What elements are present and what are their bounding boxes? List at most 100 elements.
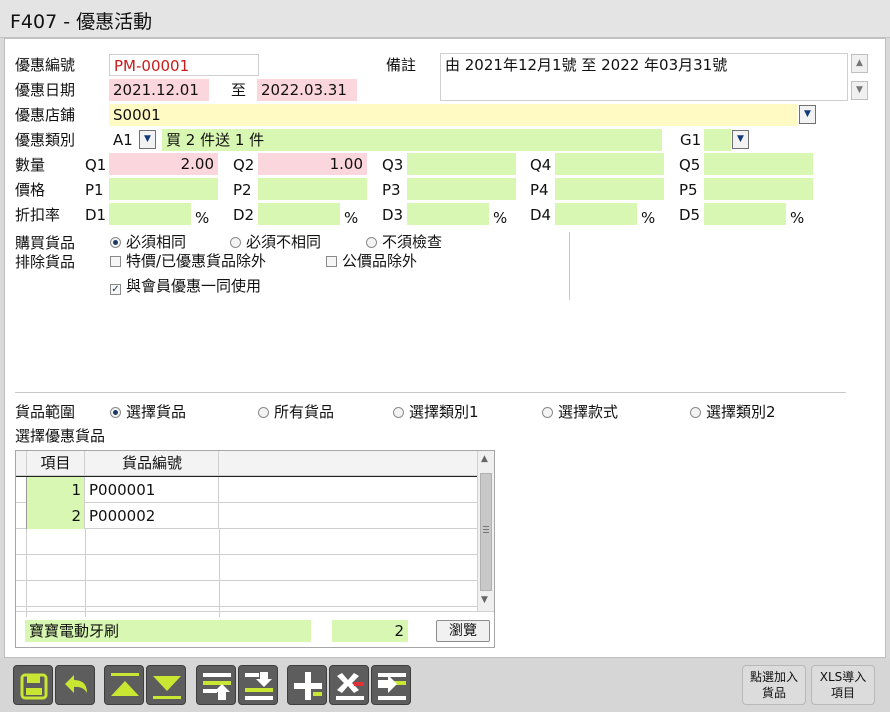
buy-opt-not-same[interactable]: 必須不相同 <box>230 232 321 252</box>
radio-icon[interactable] <box>542 407 553 418</box>
insert-row-below-button[interactable] <box>238 665 278 705</box>
p2-field[interactable] <box>258 178 367 200</box>
radio-icon[interactable] <box>690 407 701 418</box>
p1-field[interactable] <box>109 178 218 200</box>
range-opt-all-goods[interactable]: 所有貨品 <box>258 402 334 422</box>
scroll-up-arrow-icon[interactable]: ▲ <box>481 454 488 464</box>
d1-label: D1 <box>85 206 107 224</box>
radio-icon[interactable] <box>230 237 241 248</box>
move-last-button[interactable] <box>146 665 186 705</box>
d2-field[interactable] <box>258 203 340 225</box>
d1-field[interactable] <box>109 203 191 225</box>
cell-item[interactable] <box>27 581 86 607</box>
insert-arrow-icon <box>378 673 406 700</box>
cell-code[interactable]: P000001 <box>86 477 219 503</box>
p4-field[interactable] <box>555 178 664 200</box>
insert-row-above-button[interactable] <box>196 665 236 705</box>
d3-field[interactable] <box>407 203 489 225</box>
table-row[interactable]: 2 P000002 <box>16 503 477 529</box>
checkbox-icon[interactable] <box>326 256 337 267</box>
cell-code[interactable] <box>86 529 220 555</box>
cell-item[interactable]: 2 <box>27 503 85 529</box>
add-row-button[interactable] <box>287 665 327 705</box>
q5-field[interactable] <box>704 153 813 175</box>
store-field[interactable]: S0001 <box>109 104 797 126</box>
cell-item[interactable] <box>27 555 86 581</box>
cell-item[interactable] <box>27 529 86 555</box>
checkbox-icon[interactable] <box>110 256 121 267</box>
delete-row-icon <box>336 673 364 700</box>
row-selector-header <box>16 451 27 475</box>
range-opt-select-goods[interactable]: 選擇貨品 <box>110 402 186 422</box>
scroll-down-arrow-icon[interactable]: ▼ <box>481 595 488 605</box>
xls-import-label-line1: XLS導入 <box>819 670 867 684</box>
q2-field[interactable]: 1.00 <box>258 153 367 175</box>
exclude-public-price-checkbox[interactable]: 公價品除外 <box>326 251 417 271</box>
range-opt-style[interactable]: 選擇款式 <box>542 402 618 422</box>
insert-row-up-icon <box>203 673 231 700</box>
cell-item[interactable]: 1 <box>27 477 85 503</box>
table-row-empty[interactable] <box>16 581 477 607</box>
select-add-goods-label-line1: 點選加入 <box>749 670 798 684</box>
col-header-code[interactable]: 貨品編號 <box>86 451 219 475</box>
exclude-special-checkbox[interactable]: 特價/已優惠貨品除外 <box>110 251 266 271</box>
d1-percent: % <box>195 209 210 227</box>
xls-import-button[interactable]: XLS導入 項目 <box>811 665 875 705</box>
d3-label: D3 <box>382 206 404 224</box>
q3-field[interactable] <box>407 153 516 175</box>
insert-item-button[interactable] <box>371 665 411 705</box>
xls-import-label-line2: 項目 <box>830 686 855 700</box>
radio-icon[interactable] <box>366 237 377 248</box>
row-selector[interactable] <box>16 581 27 607</box>
cell-code[interactable]: P000002 <box>86 503 219 529</box>
move-first-button[interactable] <box>104 665 144 705</box>
q4-field[interactable] <box>555 153 664 175</box>
buy-opt-no-check[interactable]: 不須檢查 <box>366 232 442 252</box>
checkbox-checked-icon[interactable]: ✓ <box>110 284 121 295</box>
g1-dropdown-icon[interactable]: ▼ <box>732 130 749 149</box>
store-dropdown-icon[interactable]: ▼ <box>799 105 816 124</box>
select-add-goods-button[interactable]: 點選加入 貨品 <box>742 665 806 705</box>
radio-checked-icon[interactable] <box>110 237 121 248</box>
p5-field[interactable] <box>704 178 813 200</box>
q1-field[interactable]: 2.00 <box>109 153 218 175</box>
row-selector[interactable] <box>16 555 27 581</box>
buy-opt-same[interactable]: 必須相同 <box>110 232 186 252</box>
p3-field[interactable] <box>407 178 516 200</box>
save-button[interactable] <box>13 665 53 705</box>
d5-field[interactable] <box>704 203 786 225</box>
d4-field[interactable] <box>555 203 637 225</box>
remark-scroll-up-icon[interactable]: ▲ <box>851 54 868 73</box>
radio-icon[interactable] <box>393 407 404 418</box>
table-row[interactable]: 1 P000001 <box>16 477 477 503</box>
table-row-partial <box>16 607 477 617</box>
range-opt-category2[interactable]: 選擇類別2 <box>690 402 776 422</box>
range-opt-category1[interactable]: 選擇類別1 <box>393 402 479 422</box>
row-selector[interactable] <box>16 503 27 529</box>
row-selector[interactable] <box>16 477 27 503</box>
cell-code[interactable] <box>86 581 220 607</box>
delete-row-button[interactable] <box>329 665 369 705</box>
g1-label: G1 <box>680 131 702 149</box>
date-from-field[interactable]: 2021.12.01 <box>109 79 209 101</box>
g1-field[interactable] <box>704 129 731 151</box>
remark-scroll-down-icon[interactable]: ▼ <box>851 81 868 100</box>
type-code-field[interactable]: A1 <box>109 129 139 151</box>
grid-scrollbar[interactable]: ▲ ▼ <box>477 451 494 611</box>
member-combine-checkbox[interactable]: ✓ 與會員優惠一同使用 <box>110 276 261 296</box>
undo-button[interactable] <box>55 665 95 705</box>
row-selector[interactable] <box>16 529 27 555</box>
scrollbar-thumb[interactable] <box>480 473 492 591</box>
radio-icon[interactable] <box>258 407 269 418</box>
select-add-goods-label-line2: 貨品 <box>761 686 786 700</box>
remark-field[interactable]: 由 2021年12月1號 至 2022 年03月31號 <box>440 53 848 101</box>
browse-button[interactable]: 瀏覽 <box>436 620 490 642</box>
col-header-item[interactable]: 項目 <box>27 451 85 475</box>
table-row-empty[interactable] <box>16 555 477 581</box>
radio-checked-icon[interactable] <box>110 407 121 418</box>
type-dropdown-icon[interactable]: ▼ <box>139 130 156 149</box>
date-to-field[interactable]: 2022.03.31 <box>257 79 357 101</box>
promo-no-field[interactable]: PM-00001 <box>109 54 259 76</box>
table-row-empty[interactable] <box>16 529 477 555</box>
cell-code[interactable] <box>86 555 220 581</box>
